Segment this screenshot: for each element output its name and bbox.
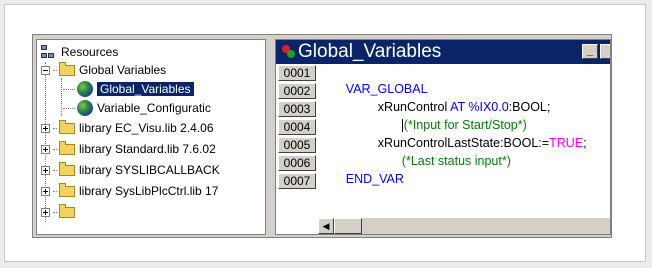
expand-icon[interactable] bbox=[41, 123, 50, 133]
restore-button[interactable] bbox=[600, 44, 610, 59]
globe-icon bbox=[77, 81, 93, 97]
tree-item-label: library Standard.lib 7.6.02 bbox=[79, 142, 216, 156]
line-number: 0003 bbox=[278, 101, 316, 117]
scroll-left-button[interactable]: ◀ bbox=[318, 218, 334, 234]
horizontal-scrollbar[interactable]: ◀ bbox=[318, 217, 610, 234]
line-number: 0002 bbox=[278, 83, 316, 99]
pou-icon bbox=[282, 45, 296, 59]
minimize-button[interactable]: _ bbox=[582, 44, 598, 59]
tree-connector bbox=[53, 127, 57, 129]
collapse-icon[interactable] bbox=[41, 65, 50, 75]
tree-connector bbox=[63, 88, 75, 90]
editor-titlebar[interactable]: Global_Variables _ bbox=[276, 40, 610, 64]
code-line[interactable]: END_VAR bbox=[318, 155, 404, 203]
tree-item-variable-configuration[interactable]: Variable_Configuratic bbox=[63, 99, 211, 117]
tree-item-library-ec-visu[interactable]: library EC_Visu.lib 2.4.06 bbox=[41, 119, 214, 137]
line-number: 0007 bbox=[278, 173, 316, 189]
editor-title: Global_Variables bbox=[298, 41, 442, 62]
line-number: 0001 bbox=[278, 65, 316, 81]
tree-item-resources[interactable]: Resources bbox=[41, 43, 118, 61]
tree-connector bbox=[53, 211, 57, 213]
tree-item-library-standard[interactable]: library Standard.lib 7.6.02 bbox=[41, 140, 216, 158]
expand-icon[interactable] bbox=[41, 186, 50, 196]
folder-icon bbox=[59, 61, 75, 76]
scroll-thumb[interactable] bbox=[334, 218, 362, 234]
folder-icon bbox=[59, 161, 75, 176]
line-number: 0006 bbox=[278, 155, 316, 171]
literal: TRUE bbox=[549, 136, 584, 150]
codesys-window: Resources Global Variables Global_Variab… bbox=[32, 34, 612, 238]
tree-item-partial[interactable] bbox=[41, 203, 79, 221]
folder-icon bbox=[59, 203, 75, 218]
tree-item-label: Variable_Configuratic bbox=[97, 101, 211, 115]
tree-connector bbox=[53, 69, 57, 71]
tree-connector-line bbox=[61, 78, 62, 116]
expand-icon[interactable] bbox=[41, 165, 50, 175]
expand-icon[interactable] bbox=[41, 207, 50, 217]
expand-icon[interactable] bbox=[41, 144, 50, 154]
tree-connector bbox=[53, 190, 57, 192]
resources-icon bbox=[41, 45, 57, 59]
folder-icon bbox=[59, 119, 75, 134]
tree-item-library-syslibplcctrl[interactable]: library SysLibPlcCtrl.lib 17 bbox=[41, 182, 218, 200]
comment: (*Last status input*) bbox=[401, 154, 511, 168]
tree-connector bbox=[53, 148, 57, 150]
tree-item-library-syslibcallback[interactable]: library SYSLIBCALLBACK bbox=[41, 161, 220, 179]
keyword: END_VAR bbox=[345, 172, 404, 186]
tree-item-global-variables[interactable]: Global_Variables bbox=[63, 80, 194, 98]
folder-icon bbox=[59, 140, 75, 155]
tree-item-label: library SysLibPlcCtrl.lib 17 bbox=[79, 184, 219, 198]
tree-item-label: Resources bbox=[61, 45, 119, 59]
code-text: ; bbox=[583, 136, 587, 150]
tree-item-label: Global Variables bbox=[79, 63, 167, 77]
resource-tree[interactable]: Resources Global Variables Global_Variab… bbox=[36, 39, 266, 235]
tree-connector bbox=[53, 169, 57, 171]
tree-item-label: library SYSLIBCALLBACK bbox=[79, 163, 220, 177]
tree-connector bbox=[63, 107, 75, 109]
tree-item-global-variables-folder[interactable]: Global Variables bbox=[41, 61, 166, 79]
tree-item-label: Global_Variables bbox=[97, 82, 194, 96]
folder-icon bbox=[59, 182, 75, 197]
line-number: 0004 bbox=[278, 119, 316, 135]
globe-icon bbox=[77, 100, 93, 116]
code-editor[interactable]: Global_Variables _ 0001 0002 0003 0004 0… bbox=[275, 39, 611, 235]
tree-item-label: library EC_Visu.lib 2.4.06 bbox=[79, 121, 214, 135]
line-number: 0005 bbox=[278, 137, 316, 153]
